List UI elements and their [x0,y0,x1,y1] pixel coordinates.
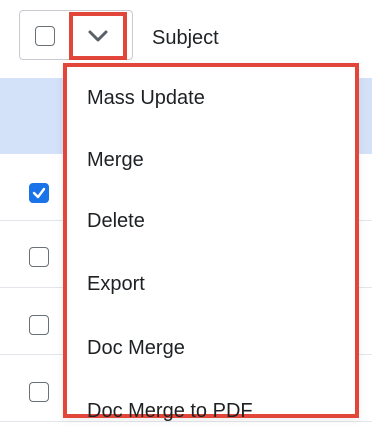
row-checkbox[interactable] [29,315,49,335]
list-view: Subject Mass Update Merge Delete Export … [0,0,372,448]
row-checkbox[interactable] [29,247,49,267]
menu-item-merge[interactable]: Merge [87,149,144,172]
menu-item-doc-merge[interactable]: Doc Merge [87,337,185,360]
chevron-down-icon [88,30,108,42]
menu-item-doc-merge-to-pdf[interactable]: Doc Merge to PDF [87,400,253,423]
mass-action-dropdown-button[interactable] [69,12,127,60]
checkmark-icon [32,187,46,199]
row-checkbox[interactable] [29,382,49,402]
menu-item-export[interactable]: Export [87,273,145,296]
column-header-subject[interactable]: Subject [152,27,219,50]
mass-action-menu: Mass Update Merge Delete Export Doc Merg… [63,63,359,422]
row-checkbox[interactable] [29,183,49,203]
menu-item-delete[interactable]: Delete [87,210,145,233]
select-all-checkbox[interactable] [35,26,55,46]
menu-item-mass-update[interactable]: Mass Update [87,87,205,110]
